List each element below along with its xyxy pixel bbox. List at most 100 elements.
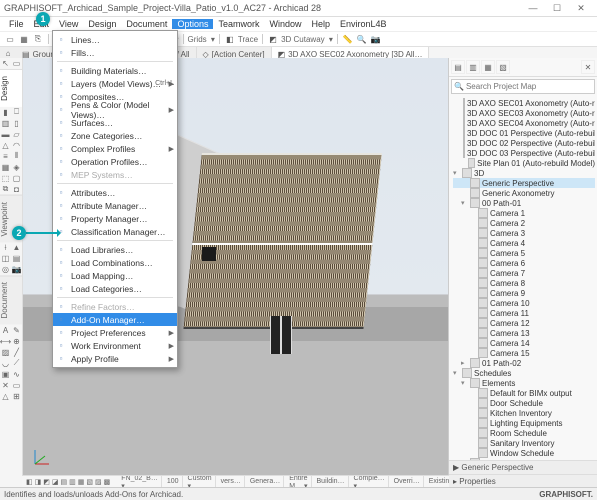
menu-item-operation-profiles[interactable]: ▫Operation Profiles… [53, 155, 177, 168]
tree-node[interactable]: ▾Elements [453, 378, 595, 388]
menu-item-fills[interactable]: ▫Fills… [53, 46, 177, 59]
tree-node[interactable]: Door Schedule [453, 398, 595, 408]
quick-option-icon[interactable]: ◨ [35, 477, 42, 487]
object-tool-icon[interactable]: ⬚ [0, 173, 11, 184]
navigator-tree[interactable]: 3D AXO SEC01 Axonometry (Auto-rebuild Mo… [449, 96, 597, 460]
tree-node[interactable]: Camera 11 [453, 308, 595, 318]
nav-layoutbook-icon[interactable]: ▦ [481, 60, 495, 74]
menu-environlab[interactable]: EnvironL4B [335, 19, 392, 29]
tree-twist-icon[interactable]: ▾ [453, 368, 460, 378]
trace-label[interactable]: Trace [238, 35, 258, 44]
menu-item-attribute-manager[interactable]: ▫Attribute Manager… [53, 199, 177, 212]
quick-option-icon[interactable]: ◧ [26, 477, 33, 487]
menu-item-layers-model-views[interactable]: ▫Layers (Model Views)…▶Ctrl+L [53, 77, 177, 90]
menu-item-classification-manager[interactable]: ▫Classification Manager… [53, 225, 177, 238]
menu-view[interactable]: View [54, 19, 83, 29]
quick-option-icon[interactable]: ▧ [86, 477, 93, 487]
curtainwall-tool-icon[interactable]: ▦ [0, 162, 11, 173]
save-icon[interactable]: ⎘ [32, 33, 44, 45]
menu-document[interactable]: Document [121, 19, 172, 29]
menu-item-complex-profiles[interactable]: ▫Complex Profiles▶ [53, 142, 177, 155]
tree-twist-icon[interactable]: ▾ [453, 168, 460, 178]
menu-item-property-manager[interactable]: ▫Property Manager… [53, 212, 177, 225]
toolbox-group-document[interactable]: Document [0, 275, 22, 324]
shell-tool-icon[interactable]: ◠ [11, 140, 22, 151]
tree-node[interactable]: 3D DOC 03 Perspective (Auto-rebuild Mode… [453, 148, 595, 158]
tree-node[interactable]: Lighting Equipments [453, 418, 595, 428]
nav-close-icon[interactable]: ✕ [581, 60, 595, 74]
text-tool-icon[interactable]: A [0, 325, 11, 336]
morph-tool-icon[interactable]: ◈ [11, 162, 22, 173]
cutaway-icon[interactable]: ◩ [267, 33, 279, 45]
mesh-tool-icon[interactable]: ⧉ [0, 184, 11, 195]
menu-item-work-environment[interactable]: ▫Work Environment▶ [53, 339, 177, 352]
tree-node[interactable]: Camera 10 [453, 298, 595, 308]
tree-node[interactable]: 3D DOC 01 Perspective (Auto-rebuild Mode… [453, 128, 595, 138]
tree-node[interactable]: Sanitary Inventory [453, 438, 595, 448]
marquee-tool-icon[interactable]: ▭ [11, 58, 22, 69]
polyline-tool-icon[interactable]: ⟋ [11, 358, 22, 369]
tree-node[interactable]: Window Schedule [453, 448, 595, 458]
open-icon[interactable]: ▦ [18, 33, 30, 45]
quick-option-icon[interactable]: ▨ [95, 477, 102, 487]
elevation-tool-icon[interactable]: ▲ [11, 242, 22, 253]
tree-node[interactable]: Camera 1 [453, 208, 595, 218]
worksheet-tool-icon[interactable]: ▤ [11, 253, 22, 264]
tree-twist-icon[interactable]: ▾ [461, 378, 468, 388]
camera-icon[interactable]: 📷 [370, 33, 382, 45]
maximize-button[interactable]: ☐ [545, 3, 569, 14]
tree-node[interactable]: Camera 4 [453, 238, 595, 248]
grid-tool-icon[interactable]: ⊞ [11, 391, 22, 402]
tree-node[interactable]: Generic Perspective [453, 178, 595, 188]
column-tool-icon[interactable]: ▯ [11, 118, 22, 129]
level-dim-tool-icon[interactable]: ⊕ [11, 336, 22, 347]
tree-node[interactable]: Camera 8 [453, 278, 595, 288]
menu-window[interactable]: Window [264, 19, 306, 29]
label-tool-icon[interactable]: ✎ [11, 325, 22, 336]
section-tool-icon[interactable]: ⟊ [0, 242, 11, 253]
railing-tool-icon[interactable]: ⦀ [11, 151, 22, 162]
tree-twist-icon[interactable]: ▸ [461, 358, 468, 368]
fill-tool-icon[interactable]: ▨ [0, 347, 11, 358]
arc-tool-icon[interactable]: ◡ [0, 358, 11, 369]
tree-node[interactable]: ▾Schedules [453, 368, 595, 378]
figure-tool-icon[interactable]: ▭ [11, 380, 22, 391]
stair-tool-icon[interactable]: ≡ [0, 151, 11, 162]
camera-tool-icon[interactable]: 📷 [11, 264, 22, 275]
menu-item-load-combinations[interactable]: ▫Load Combinations… [53, 256, 177, 269]
line-tool-icon[interactable]: ╱ [11, 347, 22, 358]
menu-item-pens-color-model-views[interactable]: ▫Pens & Color (Model Views)…▶ [53, 103, 177, 116]
new-icon[interactable]: ▭ [4, 33, 16, 45]
menu-item-load-mapping[interactable]: ▫Load Mapping… [53, 269, 177, 282]
navigator-search-input[interactable] [464, 81, 592, 92]
tree-node[interactable]: Default for BIMx output [453, 388, 595, 398]
trace-icon[interactable]: ◧ [224, 33, 236, 45]
tree-node[interactable]: Camera 9 [453, 288, 595, 298]
tree-node[interactable]: 3D AXO SEC03 Axonometry (Auto-rebuild Mo… [453, 108, 595, 118]
menu-item-building-materials[interactable]: ▫Building Materials… [53, 64, 177, 77]
tree-node[interactable]: ▸01 Path-02 [453, 358, 595, 368]
opening-tool-icon[interactable]: ◘ [11, 184, 22, 195]
menu-options[interactable]: Options [172, 19, 213, 29]
cutaway-label[interactable]: 3D Cutaway [281, 35, 325, 44]
tree-node[interactable]: ▾3D [453, 168, 595, 178]
zone-tool-icon[interactable]: ▢ [11, 173, 22, 184]
change-tool-icon[interactable]: △ [0, 391, 11, 402]
detail-tool-icon[interactable]: ◎ [0, 264, 11, 275]
tree-node[interactable]: 3D DOC 02 Perspective (Auto-rebuild Mode… [453, 138, 595, 148]
menu-item-surfaces[interactable]: ▫Surfaces… [53, 116, 177, 129]
tree-node[interactable]: Camera 3 [453, 228, 595, 238]
quick-option-icon[interactable]: ▥ [69, 477, 76, 487]
tree-node[interactable]: Camera 6 [453, 258, 595, 268]
tree-node[interactable]: 3D AXO SEC04 Axonometry (Auto-rebuild Mo… [453, 118, 595, 128]
quick-option-icon[interactable]: ▦ [78, 477, 85, 487]
menu-design[interactable]: Design [83, 19, 121, 29]
tree-node[interactable]: Camera 15 [453, 348, 595, 358]
beam-tool-icon[interactable]: ▬ [0, 129, 11, 140]
menu-item-add-on-manager[interactable]: ▫Add-On Manager… [53, 313, 177, 326]
find-icon[interactable]: 🔍 [356, 33, 368, 45]
tree-node[interactable]: Camera 7 [453, 268, 595, 278]
menu-item-apply-profile[interactable]: ▫Apply Profile▶ [53, 352, 177, 365]
slab-tool-icon[interactable]: ▱ [11, 129, 22, 140]
arrow-tool-icon[interactable]: ↖ [0, 58, 11, 69]
